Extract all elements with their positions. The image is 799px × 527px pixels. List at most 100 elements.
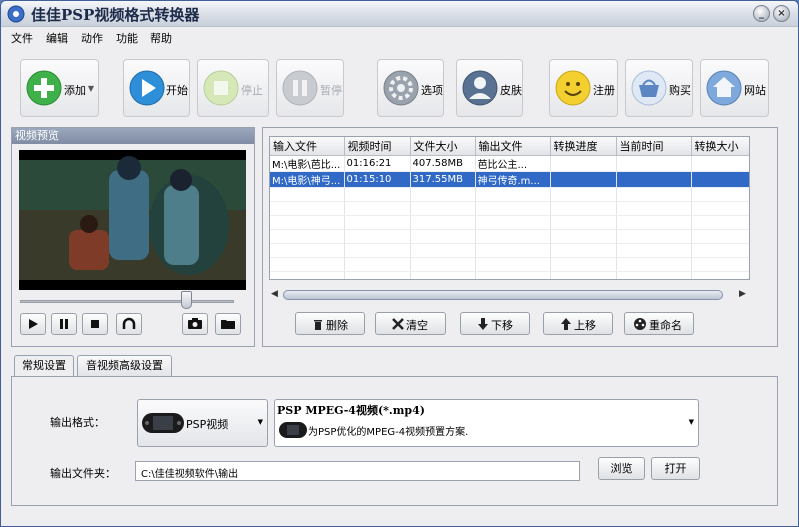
add-label: 添加 <box>64 84 86 97</box>
buy-label: 购买 <box>669 84 691 97</box>
home-icon <box>706 70 742 106</box>
close-button[interactable]: × <box>773 5 790 22</box>
video-preview-panel: 视频预览 <box>11 127 255 347</box>
delete-label: 删除 <box>326 319 348 332</box>
buy-button[interactable]: 购买 <box>625 59 693 117</box>
chevron-down-icon: ▼ <box>257 418 263 426</box>
table-row[interactable]: M:\电影\芭比... 01:16:21 407.58MB 芭比公主... <box>270 155 749 172</box>
browse-button[interactable]: 浏览 <box>598 457 645 480</box>
col-output-file[interactable]: 输出文件 <box>475 137 551 156</box>
pause-icon <box>60 319 68 329</box>
chevron-down-icon[interactable]: ▼ <box>88 84 94 93</box>
pause-label: 暂停 <box>320 84 342 97</box>
video-still-image <box>19 150 246 290</box>
settings-panel: 输出格式： PSP视频 ▼ PSP MPEG-4视频(*.mp4) 为PSP优化… <box>11 376 778 506</box>
stop-preview-button[interactable] <box>82 313 108 335</box>
play-button[interactable] <box>20 313 46 335</box>
move-down-label: 下移 <box>491 319 513 332</box>
col-converted-size[interactable]: 转换大小 <box>691 137 749 156</box>
scroll-left-icon[interactable]: ◀ <box>271 289 278 299</box>
scroll-right-icon[interactable]: ▶ <box>739 289 746 299</box>
stop-button[interactable]: 停止 <box>197 59 269 117</box>
cell-video-time: 01:16:21 <box>344 155 411 172</box>
loop-button[interactable] <box>116 313 142 335</box>
horizontal-scrollbar[interactable]: ◀ ▶ <box>269 288 750 302</box>
psp-format-icon <box>279 422 307 438</box>
start-label: 开始 <box>166 84 188 97</box>
empty-row <box>270 187 749 202</box>
arrow-down-icon <box>478 318 488 330</box>
options-button[interactable]: 选项 <box>377 59 444 117</box>
table-row-selected[interactable]: M:\电影\神弓... 01:15:10 317.55MB 神弓传奇.m... <box>270 171 749 188</box>
stop-label: 停止 <box>241 84 263 97</box>
add-icon <box>26 70 62 106</box>
output-format-label: 输出格式： <box>50 416 105 429</box>
device-select[interactable]: PSP视频 ▼ <box>137 399 268 447</box>
register-label: 注册 <box>593 84 615 97</box>
cell-converted-size <box>691 171 749 188</box>
file-list-panel: 输入文件 视频时间 文件大小 输出文件 转换进度 当前时间 转换大小 M:\电影… <box>262 127 778 347</box>
pause-preview-button[interactable] <box>51 313 77 335</box>
empty-row <box>270 229 749 244</box>
format-title: PSP MPEG-4视频(*.mp4) <box>277 404 425 417</box>
cell-file-size: 317.55MB <box>410 171 476 188</box>
playback-slider-track[interactable] <box>20 300 234 303</box>
minimize-button[interactable]: _ <box>753 5 770 22</box>
clear-label: 清空 <box>406 319 428 332</box>
play-icon <box>129 70 165 106</box>
col-progress[interactable]: 转换进度 <box>550 137 617 156</box>
col-current-time[interactable]: 当前时间 <box>616 137 692 156</box>
loop-icon <box>122 317 136 329</box>
film-reel-icon <box>634 318 646 330</box>
start-button[interactable]: 开始 <box>123 59 190 117</box>
play-icon <box>29 319 38 329</box>
app-window: 佳佳PSP视频格式转换器 _ × 文件 编辑 动作 功能 帮助 添加 ▼ 开始 … <box>0 0 799 527</box>
menu-edit[interactable]: 编辑 <box>46 30 68 46</box>
tab-advanced[interactable]: 音视频高级设置 <box>77 355 172 377</box>
stop-icon <box>203 70 239 106</box>
empty-row <box>270 271 749 279</box>
empty-row <box>270 201 749 216</box>
move-up-label: 上移 <box>574 319 596 332</box>
col-file-size[interactable]: 文件大小 <box>410 137 476 156</box>
delete-button[interactable]: 删除 <box>295 312 365 335</box>
website-button[interactable]: 网站 <box>700 59 769 117</box>
output-folder-input[interactable]: C:\佳佳视频软件\输出 <box>135 461 580 481</box>
register-button[interactable]: 注册 <box>549 59 618 117</box>
format-description: 为PSP优化的MPEG-4视频预置方案. <box>308 427 469 438</box>
add-button[interactable]: 添加 ▼ <box>20 59 99 117</box>
arrow-up-icon <box>561 318 571 330</box>
cell-input-file: M:\电影\芭比... <box>270 155 345 172</box>
tab-general[interactable]: 常规设置 <box>14 355 74 378</box>
menu-function[interactable]: 功能 <box>116 30 138 46</box>
cell-video-time: 01:15:10 <box>344 171 411 188</box>
col-input-file[interactable]: 输入文件 <box>270 137 345 156</box>
open-folder-button[interactable]: 打开 <box>651 457 700 480</box>
move-up-button[interactable]: 上移 <box>543 312 613 335</box>
playback-slider-thumb[interactable] <box>181 291 192 309</box>
menu-file[interactable]: 文件 <box>11 30 33 46</box>
empty-row <box>270 243 749 258</box>
menu-bar: 文件 编辑 动作 功能 帮助 <box>1 27 798 47</box>
pause-icon <box>282 70 318 106</box>
window-title: 佳佳PSP视频格式转换器 <box>31 6 200 24</box>
cell-current-time <box>616 155 692 172</box>
output-folder-label: 输出文件夹： <box>50 467 116 480</box>
skin-button[interactable]: 皮肤 <box>456 59 523 117</box>
format-select[interactable]: PSP MPEG-4视频(*.mp4) 为PSP优化的MPEG-4视频预置方案.… <box>274 399 699 447</box>
preview-title: 视频预览 <box>12 128 254 144</box>
open-snapshot-folder-button[interactable] <box>215 313 241 335</box>
menu-action[interactable]: 动作 <box>81 30 103 46</box>
pause-button[interactable]: 暂停 <box>276 59 344 117</box>
options-label: 选项 <box>421 84 443 97</box>
menu-help[interactable]: 帮助 <box>150 30 172 46</box>
col-video-time[interactable]: 视频时间 <box>344 137 411 156</box>
rename-button[interactable]: 重命名 <box>624 312 694 335</box>
scrollbar-thumb[interactable] <box>283 290 723 300</box>
cell-converted-size <box>691 155 749 172</box>
trash-icon <box>314 320 322 330</box>
snapshot-button[interactable] <box>182 313 208 335</box>
move-down-button[interactable]: 下移 <box>460 312 530 335</box>
clear-button[interactable]: 清空 <box>375 312 446 335</box>
gear-icon <box>383 70 419 106</box>
